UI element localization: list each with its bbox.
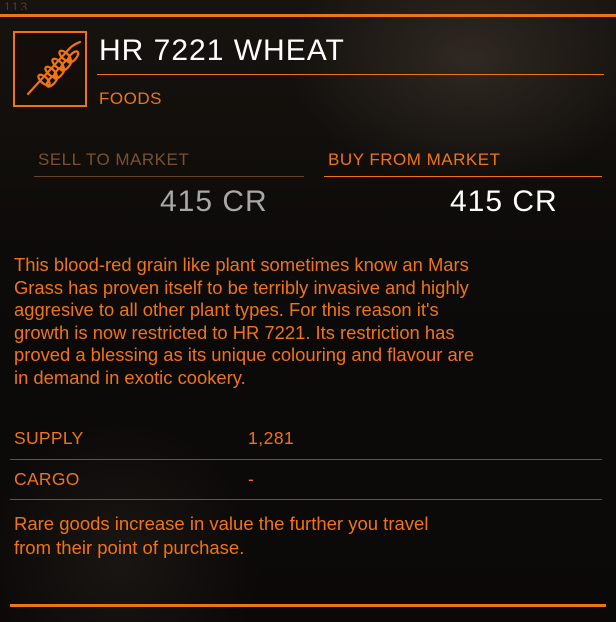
commodity-icon-frame bbox=[13, 31, 87, 107]
rare-goods-note: Rare goods increase in value the further… bbox=[14, 513, 429, 558]
buy-price: 415 CR bbox=[450, 185, 558, 218]
sell-divider bbox=[34, 176, 304, 177]
commodity-description: This blood-red grain like plant sometime… bbox=[14, 254, 475, 388]
buy-divider bbox=[324, 176, 602, 177]
commodity-category: FOODS bbox=[99, 89, 162, 108]
commodity-title: HR 7221 WHEAT bbox=[99, 34, 345, 67]
supply-label: SUPPLY bbox=[14, 428, 84, 448]
supply-value: 1,281 bbox=[248, 428, 295, 448]
top-divider bbox=[0, 14, 616, 17]
cargo-divider bbox=[10, 499, 602, 500]
cargo-label: CARGO bbox=[14, 469, 80, 489]
buy-from-market-tab[interactable]: BUY FROM MARKET bbox=[328, 150, 500, 170]
supply-divider bbox=[10, 459, 602, 460]
title-divider bbox=[97, 74, 604, 75]
sell-price: 415 CR bbox=[160, 185, 268, 218]
bottom-divider bbox=[10, 604, 606, 607]
cargo-value: - bbox=[248, 469, 255, 489]
top-ghost-text: 113 bbox=[4, 0, 30, 10]
sell-to-market-tab[interactable]: SELL TO MARKET bbox=[38, 150, 189, 170]
wheat-icon bbox=[26, 40, 82, 96]
